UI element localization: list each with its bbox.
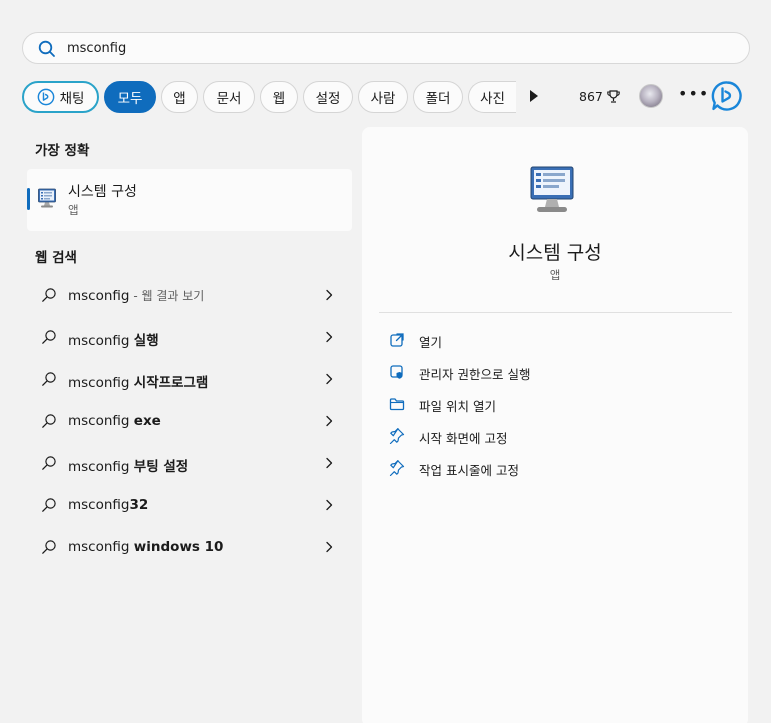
web-search-suffix: - 웹 결과 보기 (129, 289, 205, 303)
open-file-location-label: 파일 위치 열기 (419, 399, 496, 414)
web-search-suggestion: 부팅 설정 (133, 459, 189, 475)
chevron-right-icon (326, 331, 333, 343)
detail-title: 시스템 구성 (508, 242, 602, 264)
system-configuration-icon (38, 188, 56, 208)
chat-filter-button[interactable]: 채팅 (22, 81, 99, 113)
open-action-label: 열기 (419, 335, 443, 350)
run-as-admin-action[interactable]: 관리자 권한으로 실행 (387, 361, 727, 385)
detail-divider (379, 312, 732, 313)
rewards-points-value: 867 (579, 89, 603, 104)
web-search-header: 웹 검색 (35, 250, 77, 266)
web-search-result[interactable]: msconfig windows 10 (27, 527, 352, 567)
open-action[interactable]: 열기 (387, 329, 727, 353)
filter-settings-button[interactable]: 설정 (303, 81, 353, 113)
web-search-suggestion: 시작프로그램 (133, 375, 209, 391)
best-match-header: 가장 정확 (35, 143, 90, 159)
pin-to-start-action[interactable]: 시작 화면에 고정 (387, 425, 727, 449)
search-icon (42, 288, 56, 302)
web-search-result-text: msconfig exe (68, 413, 161, 429)
search-icon (42, 540, 56, 554)
filter-web-button[interactable]: 웹 (260, 81, 298, 113)
open-file-location-action[interactable]: 파일 위치 열기 (387, 393, 727, 417)
web-search-suggestion: exe (133, 413, 161, 429)
web-search-result-text: msconfig32 (68, 497, 148, 513)
web-search-query: msconfig (68, 413, 134, 429)
web-search-result[interactable]: msconfig32 (27, 485, 352, 525)
pin-icon (389, 460, 405, 476)
bing-icon[interactable] (711, 80, 743, 112)
admin-shield-icon (390, 365, 403, 379)
web-search-result[interactable]: msconfig exe (27, 401, 352, 441)
pin-to-start-label: 시작 화면에 고정 (419, 431, 508, 446)
filter-settings-label: 설정 (315, 91, 341, 107)
bing-chat-icon (37, 88, 54, 106)
web-search-result[interactable]: msconfig 시작프로그램 (27, 359, 352, 399)
more-options-icon[interactable]: ••• (678, 84, 709, 103)
scroll-right-arrow-icon[interactable] (529, 89, 539, 103)
web-search-result-text: msconfig windows 10 (68, 539, 223, 555)
filter-folders-label: 폴더 (425, 91, 451, 107)
search-icon (42, 372, 56, 386)
profile-avatar[interactable] (639, 84, 663, 108)
web-search-query: msconfig (68, 539, 134, 555)
web-search-result-text: msconfig 시작프로그램 (68, 371, 208, 391)
filter-web-label: 웹 (272, 91, 286, 107)
filter-people-label: 사람 (370, 91, 396, 107)
chevron-right-icon (326, 415, 333, 427)
chevron-right-icon (326, 499, 333, 511)
web-search-suggestion: 32 (129, 497, 149, 513)
web-search-result-text: msconfig 실행 (68, 329, 159, 349)
search-icon (42, 330, 56, 344)
filter-apps-label: 앱 (173, 91, 186, 107)
open-external-icon (390, 333, 404, 347)
web-search-result[interactable]: msconfig 부팅 설정 (27, 443, 352, 483)
search-input[interactable] (67, 38, 727, 58)
web-search-query: msconfig (68, 333, 134, 349)
chevron-right-icon (326, 289, 333, 301)
system-configuration-large-icon (530, 166, 574, 212)
web-search-result-text: msconfig - 웹 결과 보기 (68, 287, 204, 304)
search-icon (38, 40, 55, 57)
web-search-result[interactable]: msconfig - 웹 결과 보기 (27, 275, 352, 315)
web-search-suggestion: 실행 (133, 333, 159, 349)
web-search-result[interactable]: msconfig 실행 (27, 317, 352, 357)
filter-documents-label: 문서 (216, 91, 242, 107)
detail-subtitle: 앱 (549, 268, 561, 282)
web-search-query: msconfig (68, 459, 134, 475)
filter-folders-button[interactable]: 폴더 (413, 81, 463, 113)
run-as-admin-label: 관리자 권한으로 실행 (419, 367, 531, 382)
web-search-result-text: msconfig 부팅 설정 (68, 455, 188, 475)
web-search-query: msconfig (68, 288, 130, 304)
filter-people-button[interactable]: 사람 (358, 81, 408, 113)
chat-filter-label: 채팅 (59, 91, 85, 107)
trophy-icon (607, 90, 620, 103)
filter-bar: 채팅 모두 앱 문서 웹 설정 사람 폴더 사진 867 ••• (22, 80, 762, 114)
detail-panel: 시스템 구성 앱 열기 관리자 권한으로 실행 파일 위치 열기 시작 화면에 … (362, 127, 748, 723)
filter-all-label: 모두 (117, 91, 143, 107)
rewards-points[interactable]: 867 (579, 89, 621, 104)
best-match-result[interactable]: 시스템 구성 앱 (27, 169, 352, 231)
filter-photos-label: 사진 (480, 91, 505, 107)
web-search-query: msconfig (68, 375, 134, 391)
search-icon (42, 414, 56, 428)
pin-icon (389, 428, 405, 444)
folder-icon (389, 398, 405, 411)
chevron-right-icon (326, 457, 333, 469)
search-icon (42, 456, 56, 470)
chevron-right-icon (326, 541, 333, 553)
web-search-query: msconfig (68, 497, 130, 513)
web-search-suggestion: windows 10 (133, 539, 224, 555)
filter-all-button[interactable]: 모두 (104, 81, 156, 113)
filter-documents-button[interactable]: 문서 (203, 81, 255, 113)
search-icon (42, 498, 56, 512)
best-match-subtitle: 앱 (68, 203, 79, 217)
pin-to-taskbar-action[interactable]: 작업 표시줄에 고정 (387, 457, 727, 481)
search-box[interactable] (22, 32, 750, 64)
pin-to-taskbar-label: 작업 표시줄에 고정 (419, 463, 519, 478)
chevron-right-icon (326, 373, 333, 385)
selection-indicator (27, 188, 30, 210)
best-match-title: 시스템 구성 (68, 184, 137, 200)
filter-apps-button[interactable]: 앱 (161, 81, 198, 113)
filter-photos-button[interactable]: 사진 (468, 81, 516, 113)
